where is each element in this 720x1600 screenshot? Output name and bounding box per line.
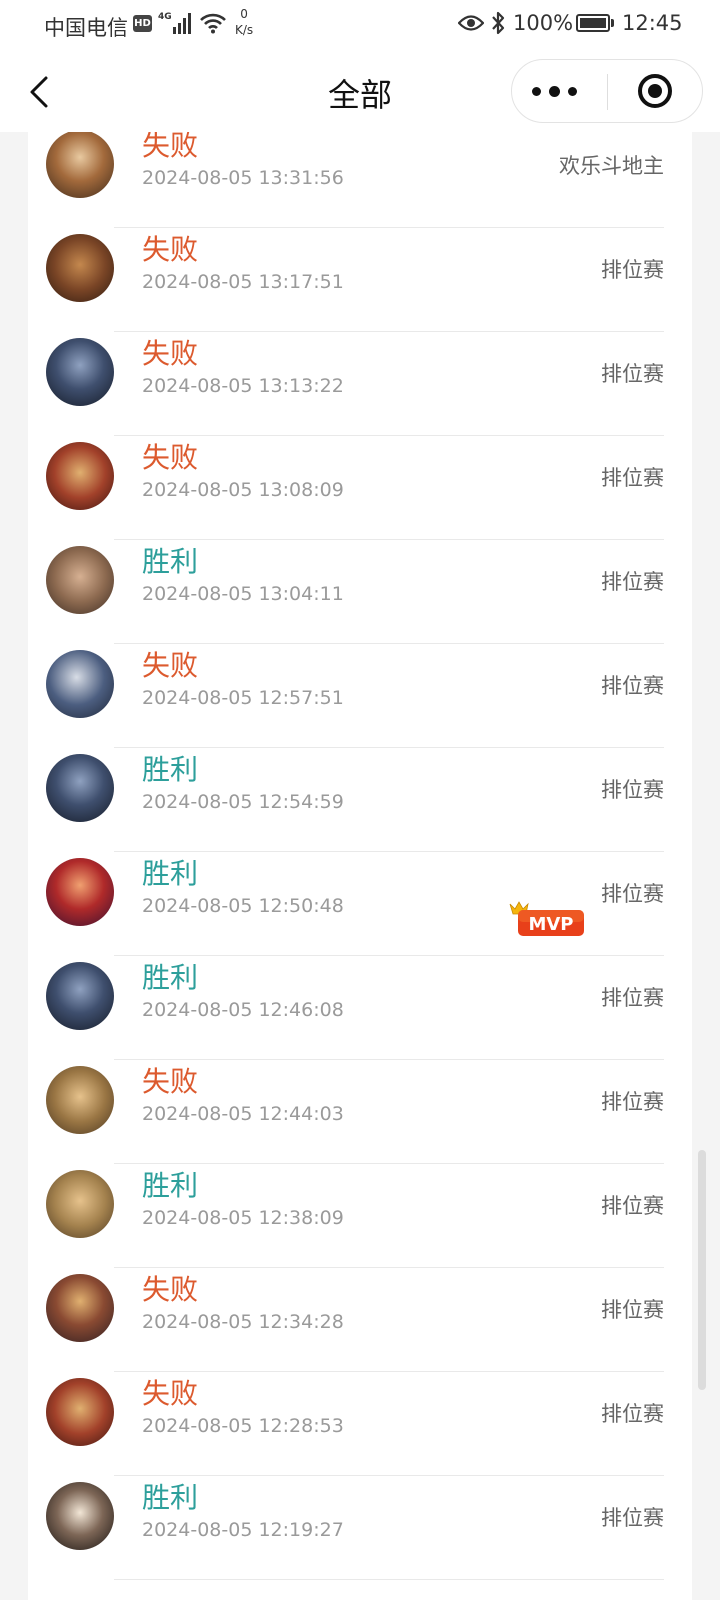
match-mode: 排位赛 [601, 466, 664, 490]
nav-bar: 全部 [0, 52, 720, 132]
hero-avatar [46, 1066, 114, 1134]
more-icon [532, 87, 541, 96]
record-row-3[interactable]: 失败 2024-08-05 13:13:22 排位赛 [28, 330, 692, 436]
record-row-10[interactable]: 失败 2024-08-05 12:44:03 排位赛 [28, 1058, 692, 1164]
match-mode: 排位赛 [601, 1402, 664, 1426]
match-result: 失败 [142, 1065, 199, 1098]
record-row-6[interactable]: 失败 2024-08-05 12:57:51 排位赛 [28, 642, 692, 748]
network-speed: 0 K/s [235, 6, 253, 38]
match-time: 2024-08-05 12:50:48 [142, 895, 344, 917]
network-type-label: 4G [158, 12, 172, 22]
match-mode: 排位赛 [601, 362, 664, 386]
record-row-8[interactable]: 胜利 2024-08-05 12:50:48 排位赛 MVP [28, 850, 692, 956]
match-result: 胜利 [142, 961, 199, 994]
record-row-4[interactable]: 失败 2024-08-05 13:08:09 排位赛 [28, 434, 692, 540]
close-miniprogram-button[interactable] [608, 60, 702, 122]
mvp-label: MVP [528, 914, 573, 935]
record-row-14[interactable]: 胜利 2024-08-05 12:19:27 排位赛 [28, 1474, 692, 1580]
hero-avatar [46, 132, 114, 198]
match-mode: 排位赛 [601, 570, 664, 594]
match-result: 失败 [142, 1273, 199, 1306]
record-row-9[interactable]: 胜利 2024-08-05 12:46:08 排位赛 [28, 954, 692, 1060]
record-row-1[interactable]: 失败 2024-08-05 13:31:56 欢乐斗地主 [28, 132, 692, 228]
mvp-badge: MVP [509, 901, 584, 936]
match-mode: 排位赛 [601, 1194, 664, 1218]
match-time: 2024-08-05 13:31:56 [142, 167, 344, 189]
match-time: 2024-08-05 12:44:03 [142, 1103, 344, 1125]
hero-avatar [46, 1170, 114, 1238]
match-time: 2024-08-05 13:08:09 [142, 479, 344, 501]
match-result: 失败 [142, 132, 199, 162]
match-mode: 排位赛 [601, 258, 664, 282]
eye-icon [458, 15, 484, 31]
hero-avatar [46, 1378, 114, 1446]
match-time: 2024-08-05 12:46:08 [142, 999, 344, 1021]
record-list: 失败 2024-08-05 13:31:56 欢乐斗地主 失败 2024-08-… [28, 132, 692, 1600]
status-bar: 中国电信 HD 4G 0 K/s 100% 12:45 [0, 0, 720, 52]
hero-avatar [46, 234, 114, 302]
bluetooth-icon [492, 11, 505, 35]
match-time: 2024-08-05 13:13:22 [142, 375, 344, 397]
scrollbar[interactable] [698, 1150, 706, 1390]
match-result: 失败 [142, 441, 199, 474]
match-result: 失败 [142, 649, 199, 682]
match-result: 胜利 [142, 1481, 199, 1514]
wifi-icon [200, 13, 226, 34]
match-time: 2024-08-05 12:28:53 [142, 1415, 344, 1437]
match-time: 2024-08-05 12:38:09 [142, 1207, 344, 1229]
clock: 12:45 [622, 11, 683, 35]
match-time: 2024-08-05 12:19:27 [142, 1519, 344, 1541]
match-result: 胜利 [142, 753, 199, 786]
record-row-2[interactable]: 失败 2024-08-05 13:17:51 排位赛 [28, 226, 692, 332]
hero-avatar [46, 1274, 114, 1342]
record-row-7[interactable]: 胜利 2024-08-05 12:54:59 排位赛 [28, 746, 692, 852]
match-mode: 欢乐斗地主 [559, 154, 664, 178]
row-divider [114, 1579, 664, 1580]
more-button[interactable] [512, 60, 607, 122]
match-mode: 排位赛 [601, 882, 664, 906]
battery-icon [576, 14, 610, 32]
carrier-label: 中国电信 [44, 16, 128, 40]
match-mode: 排位赛 [601, 674, 664, 698]
match-result: 失败 [142, 233, 199, 266]
battery-percent: 100% [513, 11, 574, 35]
match-result: 胜利 [142, 857, 199, 890]
match-mode: 排位赛 [601, 1090, 664, 1114]
match-result: 胜利 [142, 1169, 199, 1202]
hero-avatar [46, 650, 114, 718]
match-result: 失败 [142, 1377, 199, 1410]
capsule-menu [511, 59, 703, 123]
hero-avatar [46, 338, 114, 406]
hd-icon: HD [133, 15, 152, 32]
match-mode: 排位赛 [601, 986, 664, 1010]
hero-avatar [46, 754, 114, 822]
hero-avatar [46, 858, 114, 926]
battery-nub [611, 19, 614, 27]
match-time: 2024-08-05 13:04:11 [142, 583, 344, 605]
hero-avatar [46, 546, 114, 614]
match-result: 胜利 [142, 545, 199, 578]
match-result: 失败 [142, 337, 199, 370]
speed-value: 0 [240, 7, 248, 21]
record-row-13[interactable]: 失败 2024-08-05 12:28:53 排位赛 [28, 1370, 692, 1476]
signal-icon: 4G [158, 12, 191, 34]
match-time: 2024-08-05 12:54:59 [142, 791, 344, 813]
match-mode: 排位赛 [601, 1506, 664, 1530]
match-time: 2024-08-05 13:17:51 [142, 271, 344, 293]
record-row-12[interactable]: 失败 2024-08-05 12:34:28 排位赛 [28, 1266, 692, 1372]
match-mode: 排位赛 [601, 1298, 664, 1322]
hero-avatar [46, 962, 114, 1030]
hero-avatar [46, 1482, 114, 1550]
speed-unit: K/s [235, 23, 254, 37]
match-time: 2024-08-05 12:34:28 [142, 1311, 344, 1333]
record-row-11[interactable]: 胜利 2024-08-05 12:38:09 排位赛 [28, 1162, 692, 1268]
hero-avatar [46, 442, 114, 510]
record-row-5[interactable]: 胜利 2024-08-05 13:04:11 排位赛 [28, 538, 692, 644]
match-mode: 排位赛 [601, 778, 664, 802]
match-time: 2024-08-05 12:57:51 [142, 687, 344, 709]
